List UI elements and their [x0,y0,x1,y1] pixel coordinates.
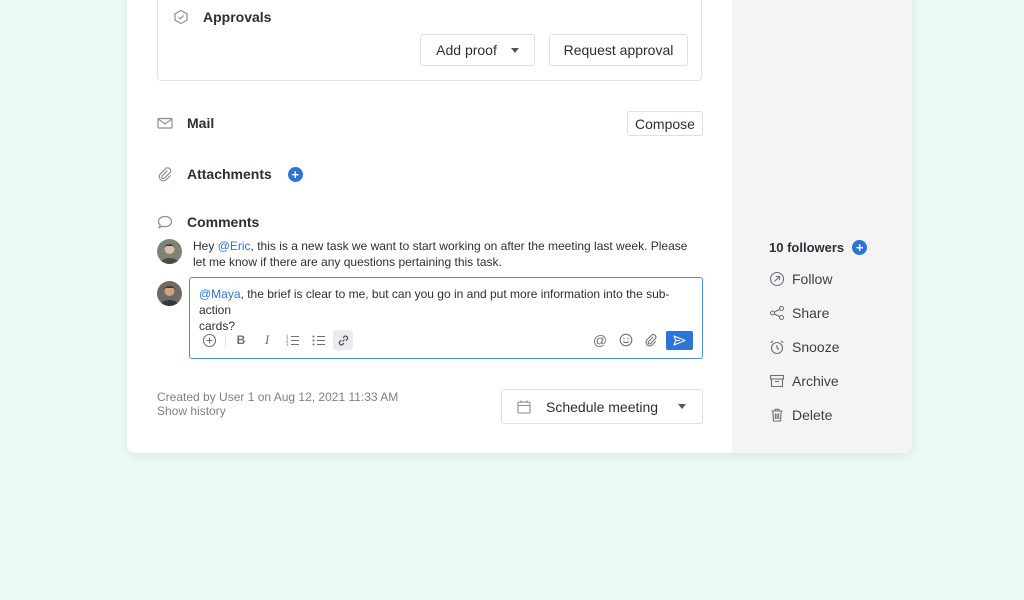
avatar [157,281,182,306]
approvals-header: Approvals [173,9,271,25]
chevron-down-icon [678,404,687,409]
trash-icon [769,407,785,423]
snooze-label: Snooze [792,339,840,355]
italic-icon[interactable]: I [259,332,275,348]
add-attachment-icon[interactable]: + [287,166,303,182]
comments-header: Comments [157,214,259,230]
send-button[interactable] [666,331,693,350]
task-sidebar: 10 followers + Follow Share Snooze Archi… [732,0,912,453]
delete-label: Delete [792,407,833,423]
draft-line-1: , the brief is clear to me, but can you … [199,287,670,317]
send-icon [673,335,686,346]
created-info: Created by User 1 on Aug 12, 2021 11:33 … [157,390,399,404]
avatar [157,239,182,264]
emoji-icon[interactable] [618,332,634,348]
task-detail-card: Approvals Add proof Request approval Mai… [127,0,912,453]
mention-link[interactable]: @Maya [199,287,241,301]
chevron-down-icon [510,47,519,53]
sidebar-action-archive[interactable]: Archive [769,373,839,389]
request-approval-button[interactable]: Request approval [549,34,688,66]
compose-label: Compose [635,115,695,132]
alarm-clock-icon [769,339,785,355]
followers-row: 10 followers + [769,240,868,255]
paperclip-icon[interactable] [643,332,659,348]
follow-label: Follow [792,271,833,287]
comment-body: Hey @Eric, this is a new task we want to… [193,238,687,270]
add-follower-icon[interactable]: + [852,240,868,255]
archive-icon [769,373,785,389]
at-mention-icon[interactable]: @ [592,332,608,348]
add-proof-label: Add proof [436,42,497,58]
schedule-meeting-button[interactable]: Schedule meeting [501,389,703,424]
mail-header: Mail [157,115,214,131]
bullet-list-icon[interactable] [311,332,327,348]
archive-label: Archive [792,373,839,389]
sidebar-action-follow[interactable]: Follow [769,271,832,287]
attachments-title: Attachments [187,166,272,182]
paperclip-icon [157,166,173,182]
approvals-title: Approvals [203,9,272,25]
sidebar-action-share[interactable]: Share [769,305,829,321]
bold-icon[interactable]: B [233,332,249,348]
compose-button[interactable]: Compose [627,111,703,136]
approvals-section: Approvals Add proof Request approval [157,0,702,81]
envelope-icon [157,115,173,131]
mail-title: Mail [187,115,215,131]
request-approval-label: Request approval [563,42,674,58]
show-history-link[interactable]: Show history [157,404,226,418]
sidebar-action-delete[interactable]: Delete [769,407,832,423]
link-icon[interactable] [333,330,353,350]
comment-line-1: , this is a new task we want to start wo… [250,239,688,253]
toolbar-divider [225,333,226,347]
insert-plus-icon[interactable] [201,332,217,348]
comment-prefix: Hey [193,239,218,253]
comment-line-2: let me know if there are any questions p… [193,255,502,269]
svg-text:3: 3 [286,342,289,346]
numbered-list-icon[interactable]: 123 [285,332,301,348]
schedule-meeting-label: Schedule meeting [546,398,659,415]
comments-title: Comments [187,214,260,230]
sidebar-action-snooze[interactable]: Snooze [769,339,839,355]
shield-check-icon [173,9,189,25]
comment-editor[interactable]: @Maya, the brief is clear to me, but can… [189,277,703,359]
calendar-icon [516,399,532,415]
followers-count: 10 followers [769,240,845,255]
attachments-header: Attachments + [157,166,303,182]
comment-draft-text[interactable]: @Maya, the brief is clear to me, but can… [199,286,699,334]
add-proof-button[interactable]: Add proof [420,34,535,66]
share-label: Share [792,305,830,321]
follow-icon [769,271,785,287]
speech-bubble-icon [157,214,173,230]
share-icon [769,305,785,321]
mention-link[interactable]: @Eric [218,239,251,253]
